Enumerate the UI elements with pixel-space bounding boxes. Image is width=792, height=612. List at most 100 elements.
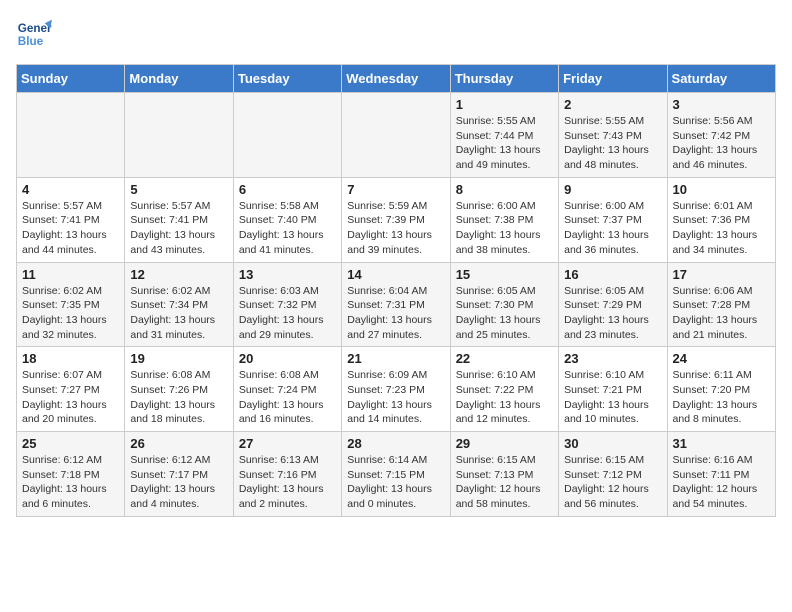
- day-info: Sunrise: 6:02 AM Sunset: 7:35 PM Dayligh…: [22, 284, 119, 343]
- calendar-row-3: 11 Sunrise: 6:02 AM Sunset: 7:35 PM Dayli…: [17, 262, 776, 347]
- day-number: 16: [564, 267, 661, 282]
- calendar-cell: [17, 93, 125, 178]
- day-info: Sunrise: 6:05 AM Sunset: 7:30 PM Dayligh…: [456, 284, 553, 343]
- col-sunday: Sunday: [17, 65, 125, 93]
- day-info: Sunrise: 6:02 AM Sunset: 7:34 PM Dayligh…: [130, 284, 227, 343]
- calendar-cell: 6 Sunrise: 5:58 AM Sunset: 7:40 PM Daylig…: [233, 177, 341, 262]
- calendar-cell: 5 Sunrise: 5:57 AM Sunset: 7:41 PM Daylig…: [125, 177, 233, 262]
- day-info: Sunrise: 6:12 AM Sunset: 7:17 PM Dayligh…: [130, 453, 227, 512]
- day-info: Sunrise: 5:57 AM Sunset: 7:41 PM Dayligh…: [130, 199, 227, 258]
- day-number: 8: [456, 182, 553, 197]
- day-info: Sunrise: 6:13 AM Sunset: 7:16 PM Dayligh…: [239, 453, 336, 512]
- day-info: Sunrise: 6:11 AM Sunset: 7:20 PM Dayligh…: [673, 368, 770, 427]
- calendar-cell: 15 Sunrise: 6:05 AM Sunset: 7:30 PM Dayli…: [450, 262, 558, 347]
- day-number: 15: [456, 267, 553, 282]
- calendar-cell: 12Sunrise: 6:02 AM Sunset: 7:34 PM Dayli…: [125, 262, 233, 347]
- page-header: General Blue: [16, 16, 776, 52]
- day-info: Sunrise: 6:10 AM Sunset: 7:22 PM Dayligh…: [456, 368, 553, 427]
- calendar-cell: [233, 93, 341, 178]
- day-info: Sunrise: 6:16 AM Sunset: 7:11 PM Dayligh…: [673, 453, 770, 512]
- day-info: Sunrise: 5:55 AM Sunset: 7:44 PM Dayligh…: [456, 114, 553, 173]
- day-number: 4: [22, 182, 119, 197]
- logo: General Blue: [16, 16, 52, 52]
- calendar-cell: 23 Sunrise: 6:10 AM Sunset: 7:21 PM Dayli…: [559, 347, 667, 432]
- day-number: 14: [347, 267, 444, 282]
- day-info: Sunrise: 6:00 AM Sunset: 7:38 PM Dayligh…: [456, 199, 553, 258]
- day-number: 5: [130, 182, 227, 197]
- calendar-cell: 14 Sunrise: 6:04 AM Sunset: 7:31 PM Dayli…: [342, 262, 450, 347]
- day-info: Sunrise: 6:00 AM Sunset: 7:37 PM Dayligh…: [564, 199, 661, 258]
- day-info: Sunrise: 6:14 AM Sunset: 7:15 PM Dayligh…: [347, 453, 444, 512]
- day-info: Sunrise: 6:06 AM Sunset: 7:28 PM Dayligh…: [673, 284, 770, 343]
- day-number: 13: [239, 267, 336, 282]
- day-number: 10: [673, 182, 770, 197]
- calendar-cell: 30 Sunrise: 6:15 AM Sunset: 7:12 PM Dayli…: [559, 432, 667, 517]
- col-thursday: Thursday: [450, 65, 558, 93]
- calendar-cell: 29 Sunrise: 6:15 AM Sunset: 7:13 PM Dayli…: [450, 432, 558, 517]
- calendar-cell: 20Sunrise: 6:08 AM Sunset: 7:24 PM Dayli…: [233, 347, 341, 432]
- day-info: Sunrise: 5:59 AM Sunset: 7:39 PM Dayligh…: [347, 199, 444, 258]
- day-number: 24: [673, 351, 770, 366]
- day-info: Sunrise: 6:15 AM Sunset: 7:12 PM Dayligh…: [564, 453, 661, 512]
- day-info: Sunrise: 6:01 AM Sunset: 7:36 PM Dayligh…: [673, 199, 770, 258]
- day-info: Sunrise: 6:07 AM Sunset: 7:27 PM Dayligh…: [22, 368, 119, 427]
- calendar-cell: 24 Sunrise: 6:11 AM Sunset: 7:20 PM Dayli…: [667, 347, 775, 432]
- day-info: Sunrise: 5:57 AM Sunset: 7:41 PM Dayligh…: [22, 199, 119, 258]
- calendar-cell: 3 Sunrise: 5:56 AM Sunset: 7:42 PM Daylig…: [667, 93, 775, 178]
- day-info: Sunrise: 6:08 AM Sunset: 7:26 PM Dayligh…: [130, 368, 227, 427]
- day-info: Sunrise: 6:04 AM Sunset: 7:31 PM Dayligh…: [347, 284, 444, 343]
- day-number: 1: [456, 97, 553, 112]
- calendar-cell: 10 Sunrise: 6:01 AM Sunset: 7:36 PM Dayli…: [667, 177, 775, 262]
- day-info: Sunrise: 5:55 AM Sunset: 7:43 PM Dayligh…: [564, 114, 661, 173]
- day-number: 2: [564, 97, 661, 112]
- calendar-table: Sunday Monday Tuesday Wednesday Thursday…: [16, 64, 776, 517]
- day-number: 21: [347, 351, 444, 366]
- day-info: Sunrise: 6:10 AM Sunset: 7:21 PM Dayligh…: [564, 368, 661, 427]
- day-info: Sunrise: 6:15 AM Sunset: 7:13 PM Dayligh…: [456, 453, 553, 512]
- calendar-cell: 13 Sunrise: 6:03 AM Sunset: 7:32 PM Dayli…: [233, 262, 341, 347]
- day-number: 30: [564, 436, 661, 451]
- day-info: Sunrise: 6:05 AM Sunset: 7:29 PM Dayligh…: [564, 284, 661, 343]
- calendar-cell: 19Sunrise: 6:08 AM Sunset: 7:26 PM Dayli…: [125, 347, 233, 432]
- calendar-cell: [342, 93, 450, 178]
- day-number: 29: [456, 436, 553, 451]
- day-number: 31: [673, 436, 770, 451]
- day-number: 28: [347, 436, 444, 451]
- calendar-cell: 7 Sunrise: 5:59 AM Sunset: 7:39 PM Daylig…: [342, 177, 450, 262]
- day-number: 6: [239, 182, 336, 197]
- calendar-cell: 25Sunrise: 6:12 AM Sunset: 7:18 PM Dayli…: [17, 432, 125, 517]
- calendar-cell: 8 Sunrise: 6:00 AM Sunset: 7:38 PM Daylig…: [450, 177, 558, 262]
- calendar-cell: 11 Sunrise: 6:02 AM Sunset: 7:35 PM Dayli…: [17, 262, 125, 347]
- day-number: 11: [22, 267, 119, 282]
- calendar-cell: 16 Sunrise: 6:05 AM Sunset: 7:29 PM Dayli…: [559, 262, 667, 347]
- calendar-cell: 4 Sunrise: 5:57 AM Sunset: 7:41 PM Daylig…: [17, 177, 125, 262]
- calendar-cell: 2 Sunrise: 5:55 AM Sunset: 7:43 PM Daylig…: [559, 93, 667, 178]
- day-number: 25: [22, 436, 119, 451]
- col-tuesday: Tuesday: [233, 65, 341, 93]
- col-wednesday: Wednesday: [342, 65, 450, 93]
- day-number: 20: [239, 351, 336, 366]
- col-saturday: Saturday: [667, 65, 775, 93]
- col-monday: Monday: [125, 65, 233, 93]
- day-number: 18: [22, 351, 119, 366]
- calendar-row-2: 4 Sunrise: 5:57 AM Sunset: 7:41 PM Daylig…: [17, 177, 776, 262]
- day-number: 9: [564, 182, 661, 197]
- svg-text:Blue: Blue: [18, 35, 44, 48]
- day-number: 3: [673, 97, 770, 112]
- calendar-header-row: Sunday Monday Tuesday Wednesday Thursday…: [17, 65, 776, 93]
- calendar-cell: 28 Sunrise: 6:14 AM Sunset: 7:15 PM Dayli…: [342, 432, 450, 517]
- day-info: Sunrise: 5:58 AM Sunset: 7:40 PM Dayligh…: [239, 199, 336, 258]
- calendar-cell: 26 Sunrise: 6:12 AM Sunset: 7:17 PM Dayli…: [125, 432, 233, 517]
- day-number: 23: [564, 351, 661, 366]
- day-info: Sunrise: 6:03 AM Sunset: 7:32 PM Dayligh…: [239, 284, 336, 343]
- day-number: 26: [130, 436, 227, 451]
- day-info: Sunrise: 5:56 AM Sunset: 7:42 PM Dayligh…: [673, 114, 770, 173]
- calendar-cell: 22Sunrise: 6:10 AM Sunset: 7:22 PM Dayli…: [450, 347, 558, 432]
- day-info: Sunrise: 6:09 AM Sunset: 7:23 PM Dayligh…: [347, 368, 444, 427]
- day-number: 7: [347, 182, 444, 197]
- calendar-cell: 31 Sunrise: 6:16 AM Sunset: 7:11 PM Dayli…: [667, 432, 775, 517]
- logo-icon: General Blue: [16, 16, 52, 52]
- col-friday: Friday: [559, 65, 667, 93]
- calendar-row-1: 1 Sunrise: 5:55 AM Sunset: 7:44 PM Daylig…: [17, 93, 776, 178]
- calendar-cell: 18 Sunrise: 6:07 AM Sunset: 7:27 PM Dayli…: [17, 347, 125, 432]
